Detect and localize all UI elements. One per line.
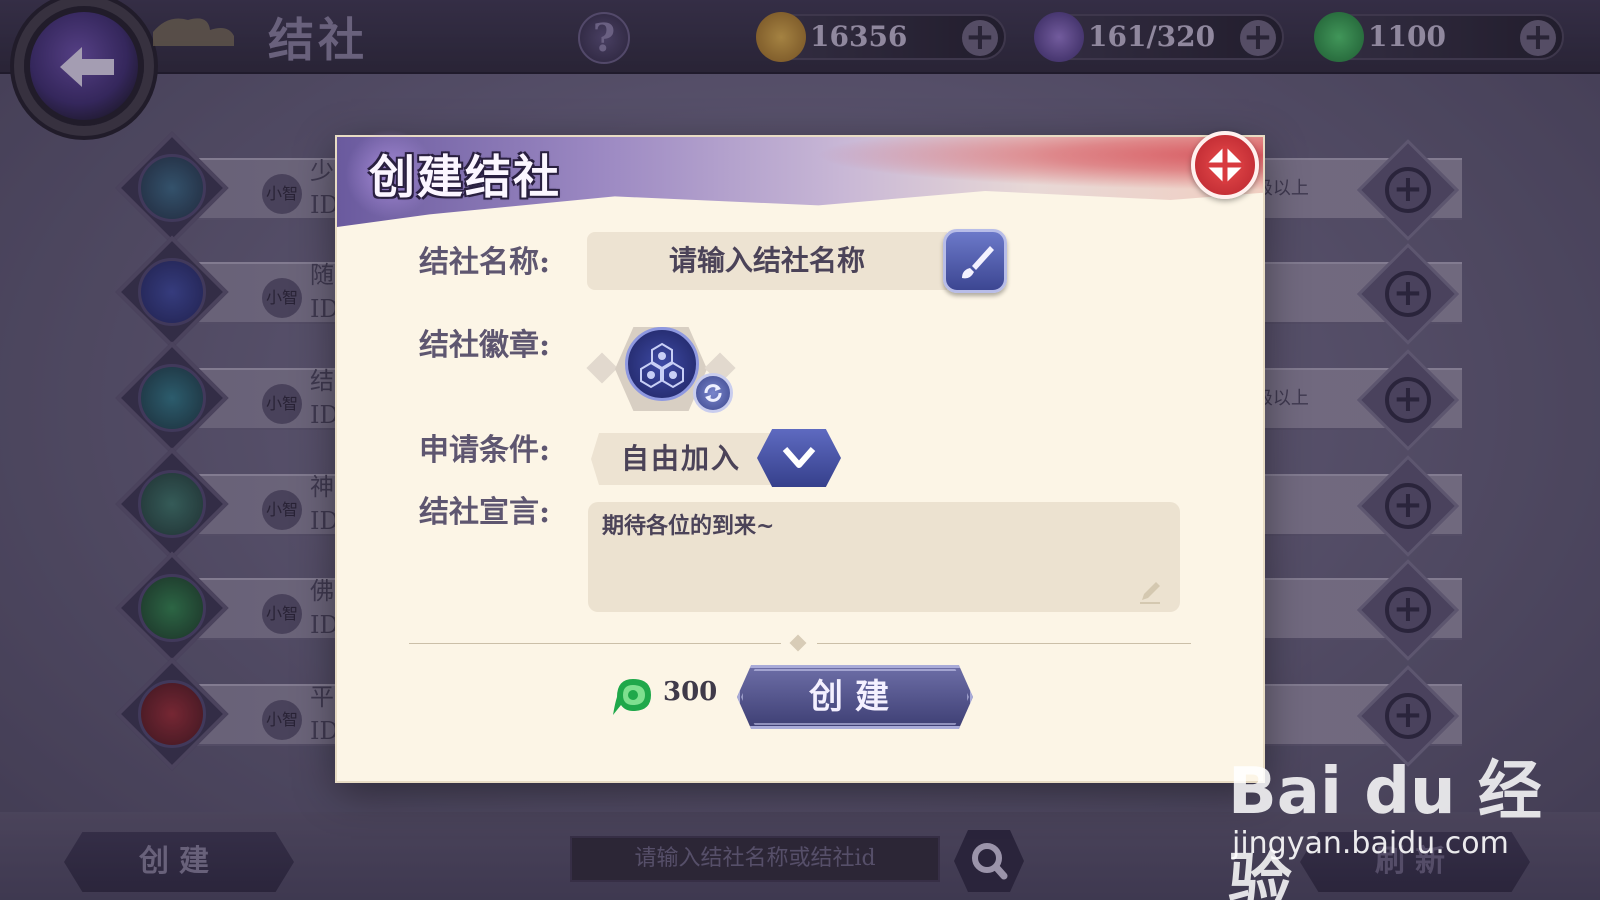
declaration-label: 结社宣言: xyxy=(419,495,551,530)
join-condition-label: 申请条件: xyxy=(419,433,551,468)
change-emblem-button[interactable] xyxy=(693,373,733,413)
create-cost-value: 300 xyxy=(663,677,718,707)
brush-icon xyxy=(962,246,994,279)
section-divider xyxy=(409,634,1191,652)
guild-emblem-label: 结社徽章: xyxy=(419,328,551,363)
declaration-text: 期待各位的到来~ xyxy=(602,513,775,539)
create-guild-dialog: 创建结社 结社名称: 请输入结社名称 结社徽章: 申请条件: 自由加入 结社宣言… xyxy=(337,129,1263,781)
close-icon xyxy=(1206,146,1244,184)
guild-emblem-icon xyxy=(625,327,699,401)
guild-name-label: 结社名称: xyxy=(419,245,551,280)
jade-icon xyxy=(613,679,651,715)
random-name-button[interactable] xyxy=(943,229,1007,293)
condition-dropdown-button[interactable] xyxy=(757,429,841,487)
declaration-textarea[interactable]: 期待各位的到来~ xyxy=(588,502,1180,612)
watermark-url: jingyan.baidu.com xyxy=(1232,826,1509,861)
create-guild-confirm-button[interactable]: 创建 xyxy=(737,665,973,729)
pencil-icon xyxy=(1140,582,1160,604)
chevron-down-icon xyxy=(782,447,816,468)
baidu-jingyan-logo: Bai du 经验 xyxy=(1228,755,1542,900)
refresh-icon xyxy=(704,384,722,402)
guild-name-input[interactable]: 请输入结社名称 xyxy=(587,232,947,290)
close-button[interactable] xyxy=(1191,131,1259,199)
dialog-title: 创建结社 xyxy=(369,150,561,204)
